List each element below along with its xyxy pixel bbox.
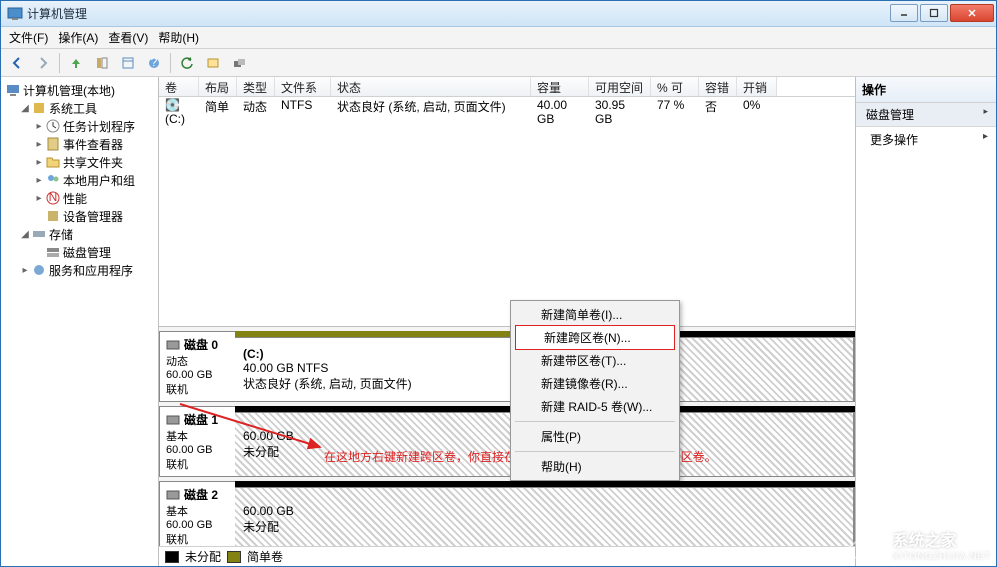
disk-row-0[interactable]: 磁盘 0 动态 60.00 GB 联机 (C:) 40.00 GB NTFS 状… bbox=[159, 327, 855, 402]
disk-drive-icon bbox=[166, 339, 180, 351]
watermark: 系统之家 XITONGZHIJIA.NET bbox=[845, 527, 991, 561]
volume-row[interactable]: 💽(C:) 简单 动态 NTFS 状态良好 (系统, 启动, 页面文件) 40.… bbox=[159, 97, 855, 115]
ctx-new-raid5-volume[interactable]: 新建 RAID-5 卷(W)... bbox=[513, 395, 677, 418]
ctx-help[interactable]: 帮助(H) bbox=[513, 455, 677, 478]
disk2-info[interactable]: 磁盘 2 基本 60.00 GB 联机 bbox=[159, 481, 235, 546]
watermark-logo-icon bbox=[845, 528, 887, 560]
col-fs[interactable]: 文件系统 bbox=[275, 77, 331, 96]
col-capacity[interactable]: 容量 bbox=[531, 77, 589, 96]
ctx-properties[interactable]: 属性(P) bbox=[513, 425, 677, 448]
legend: 未分配 简单卷 bbox=[159, 546, 855, 566]
col-fault[interactable]: 容错 bbox=[699, 77, 737, 96]
disk2-unallocated[interactable]: 60.00 GB 未分配 bbox=[235, 488, 854, 546]
titlebar: 计算机管理 bbox=[1, 1, 996, 27]
tree-disk-management[interactable]: 磁盘管理 bbox=[31, 243, 156, 261]
menu-help[interactable]: 帮助(H) bbox=[158, 29, 199, 46]
volume-header[interactable]: 卷 布局 类型 文件系统 状态 容量 可用空间 % 可用 容错 开销 bbox=[159, 77, 855, 97]
menubar: 文件(F) 操作(A) 查看(V) 帮助(H) bbox=[1, 27, 996, 49]
disk1-info[interactable]: 磁盘 1 基本 60.00 GB 联机 bbox=[159, 406, 235, 477]
refresh-button[interactable] bbox=[175, 52, 199, 74]
disk-row-2[interactable]: 磁盘 2 基本 60.00 GB 联机 60.00 GB 未分配 bbox=[159, 477, 855, 546]
window-controls bbox=[888, 4, 994, 24]
svg-text:?: ? bbox=[151, 56, 158, 69]
legend-unallocated-swatch bbox=[165, 551, 179, 563]
tree-task-scheduler[interactable]: ▸任务计划程序 bbox=[31, 117, 156, 135]
properties-button[interactable] bbox=[116, 52, 140, 74]
col-pct[interactable]: % 可用 bbox=[651, 77, 699, 96]
menu-action[interactable]: 操作(A) bbox=[58, 29, 98, 46]
tree-storage[interactable]: ◢存储 bbox=[17, 225, 156, 243]
disk-drive-icon bbox=[166, 489, 180, 501]
device-icon bbox=[45, 208, 61, 224]
svg-text:N: N bbox=[49, 190, 58, 204]
legend-simple-swatch bbox=[227, 551, 241, 563]
main-area: 计算机管理(本地) ◢系统工具 ▸任务计划程序 ▸事件查看器 ▸共享文件夹 ▸本… bbox=[1, 77, 996, 566]
menu-file[interactable]: 文件(F) bbox=[9, 29, 48, 46]
minimize-button[interactable] bbox=[890, 4, 918, 22]
navigation-tree[interactable]: 计算机管理(本地) ◢系统工具 ▸任务计划程序 ▸事件查看器 ▸共享文件夹 ▸本… bbox=[1, 77, 159, 566]
folder-icon bbox=[45, 154, 61, 170]
tree-performance[interactable]: ▸N性能 bbox=[31, 189, 156, 207]
ctx-new-spanned-volume[interactable]: 新建跨区卷(N)... bbox=[515, 325, 675, 350]
actions-disk-management[interactable]: 磁盘管理 bbox=[856, 103, 996, 127]
up-button[interactable] bbox=[64, 52, 88, 74]
tree-system-tools[interactable]: ◢系统工具 bbox=[17, 99, 156, 117]
col-layout[interactable]: 布局 bbox=[199, 77, 237, 96]
tree-event-viewer[interactable]: ▸事件查看器 bbox=[31, 135, 156, 153]
legend-unallocated-label: 未分配 bbox=[185, 548, 221, 565]
performance-icon: N bbox=[45, 190, 61, 206]
legend-simple-label: 简单卷 bbox=[247, 548, 283, 565]
col-overhead[interactable]: 开销 bbox=[737, 77, 777, 96]
disk-icon bbox=[45, 244, 61, 260]
col-status[interactable]: 状态 bbox=[331, 77, 531, 96]
context-menu: 新建简单卷(I)... 新建跨区卷(N)... 新建带区卷(T)... 新建镜像… bbox=[510, 300, 680, 481]
close-button[interactable] bbox=[950, 4, 994, 22]
tree-local-users[interactable]: ▸本地用户和组 bbox=[31, 171, 156, 189]
ctx-new-mirrored-volume[interactable]: 新建镜像卷(R)... bbox=[513, 372, 677, 395]
computer-icon bbox=[5, 82, 21, 98]
help-button[interactable]: ? bbox=[142, 52, 166, 74]
storage-icon bbox=[31, 226, 47, 242]
wrench-icon bbox=[31, 100, 47, 116]
center-panel: 卷 布局 类型 文件系统 状态 容量 可用空间 % 可用 容错 开销 💽(C:)… bbox=[159, 77, 856, 566]
col-volume[interactable]: 卷 bbox=[159, 77, 199, 96]
actions-more[interactable]: 更多操作 bbox=[856, 127, 996, 152]
disk0-info[interactable]: 磁盘 0 动态 60.00 GB 联机 bbox=[159, 331, 235, 402]
disk-graphical-view[interactable]: 磁盘 0 动态 60.00 GB 联机 (C:) 40.00 GB NTFS 状… bbox=[159, 327, 855, 546]
show-hide-tree-button[interactable] bbox=[90, 52, 114, 74]
window-title: 计算机管理 bbox=[27, 5, 888, 22]
event-icon bbox=[45, 136, 61, 152]
back-button[interactable] bbox=[5, 52, 29, 74]
tree-shared-folders[interactable]: ▸共享文件夹 bbox=[31, 153, 156, 171]
tree-services-apps[interactable]: ▸服务和应用程序 bbox=[17, 261, 156, 279]
volume-list[interactable]: 💽(C:) 简单 动态 NTFS 状态良好 (系统, 启动, 页面文件) 40.… bbox=[159, 97, 855, 327]
toolbar: ? bbox=[1, 49, 996, 77]
actions-panel: 操作 磁盘管理 更多操作 bbox=[856, 77, 996, 566]
ctx-new-simple-volume[interactable]: 新建简单卷(I)... bbox=[513, 303, 677, 326]
disk-drive-icon bbox=[166, 414, 180, 426]
clock-icon bbox=[45, 118, 61, 134]
actions-header: 操作 bbox=[856, 77, 996, 103]
rescan-button[interactable] bbox=[201, 52, 225, 74]
users-icon bbox=[45, 172, 61, 188]
tree-root[interactable]: 计算机管理(本地) bbox=[3, 81, 156, 99]
ctx-new-striped-volume[interactable]: 新建带区卷(T)... bbox=[513, 349, 677, 372]
col-type[interactable]: 类型 bbox=[237, 77, 275, 96]
forward-button[interactable] bbox=[31, 52, 55, 74]
disk-row-1[interactable]: 磁盘 1 基本 60.00 GB 联机 60.00 GB 未分配 bbox=[159, 402, 855, 477]
col-free[interactable]: 可用空间 bbox=[589, 77, 651, 96]
tree-device-manager[interactable]: 设备管理器 bbox=[31, 207, 156, 225]
app-window: 计算机管理 文件(F) 操作(A) 查看(V) 帮助(H) ? 计算 bbox=[0, 0, 997, 567]
maximize-button[interactable] bbox=[920, 4, 948, 22]
services-icon bbox=[31, 262, 47, 278]
menu-view[interactable]: 查看(V) bbox=[108, 29, 148, 46]
settings-button[interactable] bbox=[227, 52, 251, 74]
app-icon bbox=[7, 6, 23, 22]
